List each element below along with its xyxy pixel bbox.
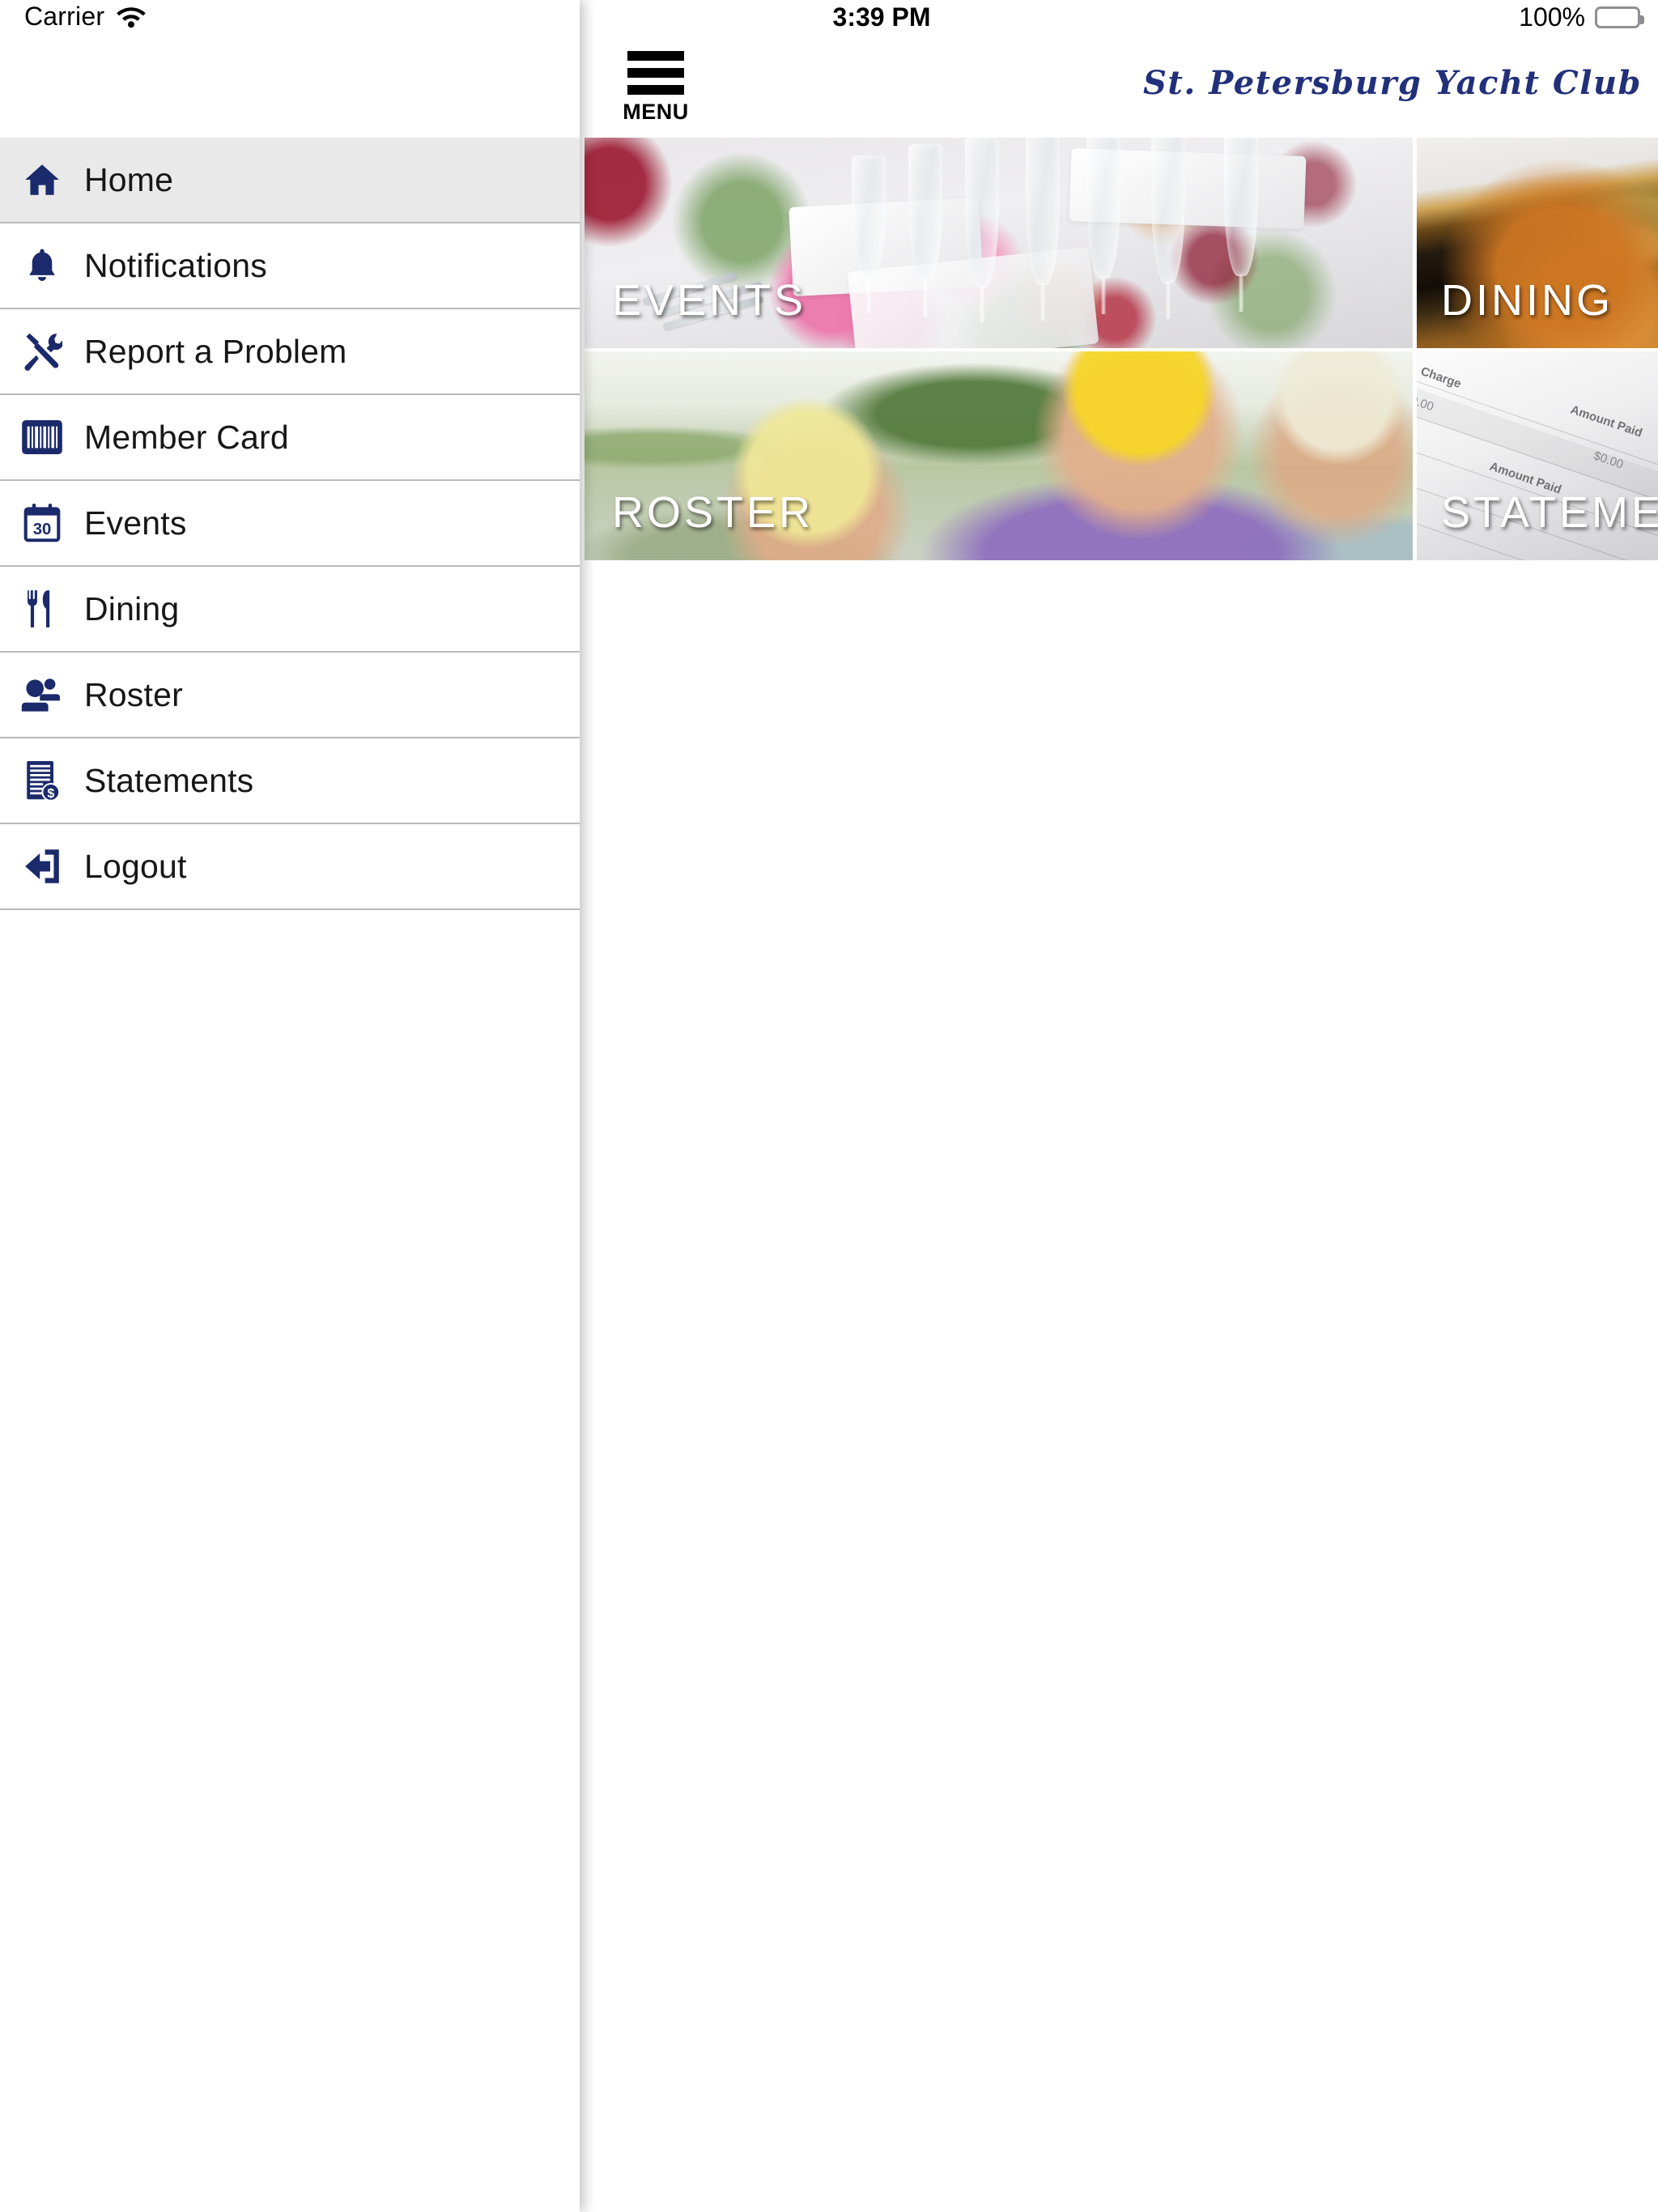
sidebar-item-dining[interactable]: Dining [0,567,580,653]
sidebar-item-label: Logout [84,847,187,885]
sidebar-item-label: Dining [84,589,180,627]
sidebar-item-label: Member Card [84,418,289,456]
bell-icon [0,246,84,285]
navigation-drawer: Home Notifications Report a Problem Memb… [0,0,580,2212]
battery-percent-label: 100% [1519,2,1585,32]
people-icon [0,676,84,713]
document-dollar-icon: $ [0,759,84,802]
tile-statements[interactable]: Charge 0.00 Amount Paid $0.00 Amount Pai… [1417,351,1658,560]
tile-roster-label: ROSTER [612,488,814,537]
drawer-menu-list: Home Notifications Report a Problem Memb… [0,138,580,910]
sidebar-item-label: Home [84,160,174,198]
tile-dining[interactable]: DINING [1417,138,1658,348]
home-icon [0,160,84,199]
battery-full-icon [1595,6,1644,28]
drawer-empty-area [0,910,580,2189]
sidebar-item-roster[interactable]: Roster [0,653,580,738]
tile-dining-label: DINING [1441,276,1613,325]
statement-photo-amount-paid-1: Amount Paid [1568,402,1644,440]
sidebar-item-statements[interactable]: $ Statements [0,738,580,824]
app-content-pane: MENU St. Petersburg Yacht Club EVENTS DI… [585,0,1658,2212]
sidebar-item-label: Notifications [84,246,267,284]
sidebar-item-report-a-problem[interactable]: Report a Problem [0,309,580,395]
logout-icon [0,847,84,886]
app-header: MENU St. Petersburg Yacht Club [585,45,1658,138]
status-bar-right: 100% [1519,2,1644,32]
svg-text:$: $ [47,787,54,801]
tile-roster[interactable]: ROSTER [585,351,1413,560]
statement-photo-charge: Charge [1418,364,1464,391]
club-title: St. Petersburg Yacht Club [1143,64,1642,102]
sidebar-item-home[interactable]: Home [0,138,580,223]
sidebar-item-label: Report a Problem [84,332,347,370]
hamburger-menu-icon [627,51,684,102]
tile-statements-label: STATEMENTS [1441,488,1658,537]
tile-events[interactable]: EVENTS [585,138,1413,348]
calendar-icon: 30 [0,503,84,543]
tools-icon [0,331,84,372]
home-tile-grid: EVENTS DINING ROSTER Charge 0.00 Amount … [585,138,1658,866]
status-bar: Carrier 3:39 PM 100% [0,0,1658,45]
status-bar-clock: 3:39 PM [832,2,931,32]
barcode-icon [0,420,84,454]
cutlery-icon [0,589,84,629]
sidebar-item-label: Roster [84,675,183,713]
sidebar-item-label: Statements [84,761,254,799]
hamburger-menu-button[interactable]: MENU [623,51,688,123]
sidebar-item-logout[interactable]: Logout [0,824,580,910]
tile-events-label: EVENTS [612,276,807,325]
menu-button-label: MENU [623,100,689,124]
svg-text:30: 30 [33,521,52,538]
sidebar-item-member-card[interactable]: Member Card [0,395,580,481]
sidebar-item-events[interactable]: 30 Events [0,481,580,567]
sidebar-item-label: Events [84,504,187,542]
sidebar-item-notifications[interactable]: Notifications [0,223,580,309]
